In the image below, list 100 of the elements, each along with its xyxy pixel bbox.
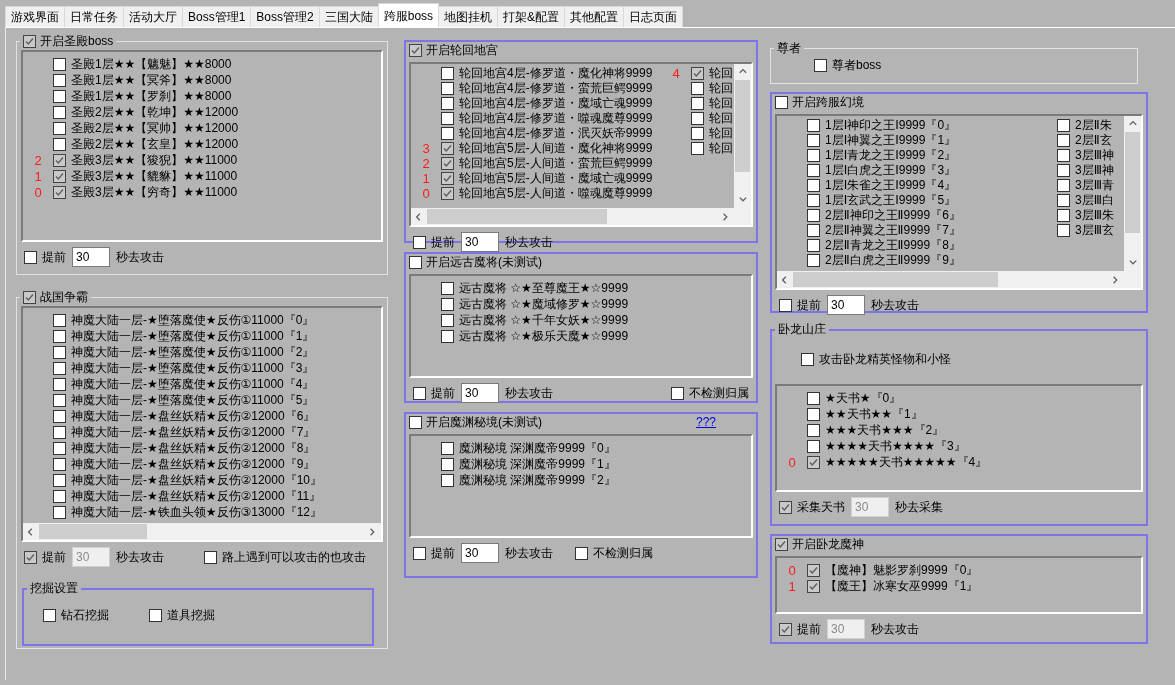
checkbox[interactable]: [441, 187, 454, 200]
list-item-label[interactable]: 1层Ⅰ白虎之王Ⅰ9999『3』: [825, 162, 957, 179]
tab[interactable]: 游戏界面: [5, 6, 65, 27]
list-item-label[interactable]: 轮回地宫4层-修罗道・泯灭妖帝9999: [459, 125, 653, 142]
checkbox[interactable]: [53, 313, 66, 327]
chevron-left-icon[interactable]: [781, 275, 789, 284]
chevron-left-icon[interactable]: [27, 527, 35, 536]
list-item-label[interactable]: 圣殿2层★★【冥帅】★★12000: [71, 119, 239, 137]
list-item-label[interactable]: 3层Ⅲ玄: [1075, 222, 1114, 239]
input-field[interactable]: 30: [827, 295, 865, 315]
list-item-label[interactable]: 圣殿2层★★【乾坤】★★12000: [71, 103, 239, 121]
list-item-label[interactable]: ★天书★『0』: [825, 389, 902, 407]
checkbox-label[interactable]: 提前: [431, 384, 455, 402]
checkbox[interactable]: [53, 57, 66, 71]
list-item-label[interactable]: 【魔王】冰寒女巫9999『1』: [825, 577, 979, 595]
checkbox[interactable]: [53, 489, 66, 503]
list-item-label[interactable]: 3层Ⅲ白: [1075, 192, 1114, 209]
list-item-label[interactable]: 魔渊秘境 深渊魔帝9999『2』: [459, 471, 616, 489]
checkbox[interactable]: [807, 134, 820, 147]
tab[interactable]: 跨服boss: [377, 3, 440, 27]
checkbox-label[interactable]: 不检测归属: [593, 544, 653, 562]
tab[interactable]: 日常任务: [64, 6, 124, 27]
list-item-label[interactable]: 2层Ⅱ玄: [1075, 132, 1112, 149]
vertical-scrollbar[interactable]: [734, 64, 751, 208]
tab[interactable]: 日志页面: [623, 6, 684, 27]
help-link[interactable]: ???: [696, 415, 717, 429]
checkbox[interactable]: [53, 361, 66, 375]
checkbox[interactable]: [807, 119, 820, 132]
list-item-label[interactable]: 轮回地宫5层-人间道・魔化神将9999: [459, 140, 653, 157]
checkbox[interactable]: [53, 505, 66, 519]
input-field[interactable]: 30: [72, 247, 110, 267]
list-item-label[interactable]: ★★★★★天书★★★★★『4』: [825, 453, 988, 471]
checkbox[interactable]: [1057, 119, 1070, 132]
checkbox[interactable]: [53, 329, 66, 343]
checkbox[interactable]: [441, 441, 454, 455]
list-item-label[interactable]: 神魔大陆一层-★铁血头领★反伤③13000『12』: [71, 503, 322, 521]
checkbox[interactable]: [691, 67, 704, 80]
vertical-scrollbar[interactable]: [1124, 116, 1141, 271]
checkbox-label[interactable]: 提前: [797, 296, 821, 314]
input-field[interactable]: 30: [461, 383, 499, 403]
checkbox[interactable]: [53, 153, 66, 167]
checkbox[interactable]: [53, 377, 66, 391]
checkbox[interactable]: [53, 137, 66, 151]
checkbox[interactable]: [441, 82, 454, 95]
checkbox[interactable]: [575, 546, 588, 560]
list-item-label[interactable]: 轮回地宫4层-修罗道・噬魂魔尊9999: [459, 110, 653, 127]
list-item-label[interactable]: 圣殿3层★★【狻猊】★★11000: [71, 151, 238, 169]
checkbox[interactable]: [409, 255, 422, 269]
checkbox-label[interactable]: 攻击卧龙精英怪物和小怪: [819, 350, 951, 368]
list-item-label[interactable]: 轮回: [709, 110, 733, 127]
checkbox[interactable]: [23, 291, 36, 304]
list-item-label[interactable]: 3层Ⅲ青: [1075, 177, 1114, 194]
list-item-label[interactable]: 魔渊秘境 深渊魔帝9999『1』: [459, 455, 616, 473]
checkbox[interactable]: [24, 250, 37, 264]
checkbox[interactable]: [441, 127, 454, 140]
list-item-label[interactable]: ★★★天书★★★『2』: [825, 421, 945, 439]
checkbox[interactable]: [441, 67, 454, 80]
checkbox[interactable]: [409, 415, 422, 429]
checkbox-label[interactable]: 提前: [431, 233, 455, 251]
checkbox[interactable]: [24, 550, 37, 564]
checkbox[interactable]: [807, 194, 820, 207]
list-item-label[interactable]: 圣殿3层★★【穷奇】★★11000: [71, 183, 238, 201]
checkbox[interactable]: [53, 345, 66, 359]
list-item-label[interactable]: 神魔大陆一层-★堕落魔使★反伤①11000『4』: [71, 375, 315, 393]
checkbox[interactable]: [441, 473, 454, 487]
list-item-label[interactable]: 远古魔将 ☆★极乐天魔★☆9999: [459, 327, 629, 345]
chevron-down-icon[interactable]: [1128, 259, 1137, 267]
list-item-label[interactable]: 轮回地宫5层-人间道・噬魂魔尊9999: [459, 185, 653, 202]
tab[interactable]: 地图挂机: [438, 6, 499, 27]
list-item-label[interactable]: 轮回: [709, 95, 733, 112]
tab[interactable]: Boss管理1: [182, 6, 252, 27]
scrollbar-thumb[interactable]: [1125, 132, 1140, 233]
tab[interactable]: 其他配置: [564, 6, 625, 27]
tab[interactable]: 活动大厅: [123, 6, 183, 27]
checkbox[interactable]: [779, 622, 792, 636]
list-item-label[interactable]: 远古魔将 ☆★至尊魔王★☆9999: [459, 279, 629, 297]
checkbox-label[interactable]: 钻石挖掘: [61, 607, 109, 624]
list-item-label[interactable]: 2层Ⅱ白虎之王Ⅱ9999『9』: [825, 252, 961, 269]
list-item-label[interactable]: 轮回地宫4层-修罗道・魔域亡魂9999: [459, 95, 653, 112]
checkbox[interactable]: [807, 391, 820, 405]
checkbox[interactable]: [779, 500, 792, 514]
checkbox[interactable]: [441, 157, 454, 170]
tab[interactable]: Boss管理2: [250, 6, 320, 27]
list-item-label[interactable]: 3层Ⅲ神: [1075, 147, 1114, 164]
list-item-label[interactable]: 2层Ⅱ神印之王Ⅱ9999『6』: [825, 207, 961, 224]
checkbox[interactable]: [1057, 134, 1070, 147]
checkbox[interactable]: [441, 297, 454, 311]
chevron-right-icon[interactable]: [369, 527, 377, 536]
checkbox[interactable]: [413, 235, 426, 249]
list-item-label[interactable]: 轮回地宫5层-人间道・蛮荒巨鳄9999: [459, 155, 653, 172]
list-item-label[interactable]: 1层Ⅰ朱雀之王Ⅰ9999『4』: [825, 177, 957, 194]
checkbox[interactable]: [149, 609, 162, 622]
checkbox[interactable]: [779, 298, 792, 312]
list-item-label[interactable]: 神魔大陆一层-★堕落魔使★反伤①11000『3』: [71, 359, 315, 377]
checkbox[interactable]: [807, 254, 820, 267]
list-item-label[interactable]: 轮回地宫4层-修罗道・蛮荒巨鳄9999: [459, 80, 653, 97]
horizontal-scrollbar[interactable]: [777, 271, 1124, 288]
checkbox[interactable]: [413, 386, 426, 400]
list-item-label[interactable]: 神魔大陆一层-★盘丝妖精★反伤②12000『9』: [71, 455, 316, 473]
list-item-label[interactable]: 轮回: [709, 65, 733, 82]
